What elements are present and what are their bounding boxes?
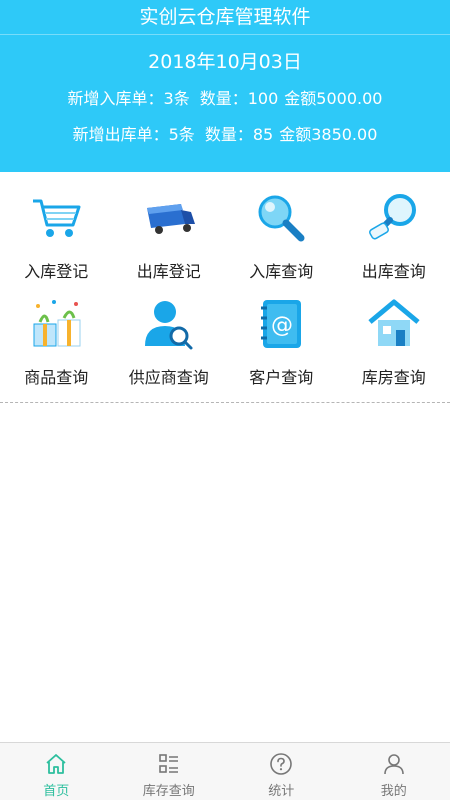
person-icon	[381, 751, 407, 777]
magnifier-icon	[253, 190, 309, 246]
cart-icon	[28, 190, 84, 246]
menu-customer-query[interactable]: @ 客户查询	[225, 296, 338, 402]
gift-icon	[28, 296, 84, 352]
menu-warehouse-query[interactable]: 库房查询	[338, 296, 450, 402]
tab-home[interactable]: 首页	[0, 743, 113, 800]
svg-text:@: @	[271, 313, 293, 338]
summary-date: 2018年10月03日	[148, 51, 302, 73]
outbound-count: 5条	[168, 125, 195, 144]
menu-product-query[interactable]: 商品查询	[0, 296, 113, 402]
inbound-amount: 5000.00	[316, 89, 383, 108]
tab-label: 统计	[268, 784, 295, 799]
house-icon	[366, 296, 422, 352]
home-icon	[43, 751, 69, 777]
bottom-tab-bar: 首页 库存查询 统计 我的	[0, 742, 450, 800]
tab-profile[interactable]: 我的	[338, 743, 450, 800]
question-icon	[268, 751, 294, 777]
address-book-icon: @	[253, 296, 309, 352]
title-divider	[0, 34, 450, 35]
tab-statistics[interactable]: 统计	[225, 743, 338, 800]
menu-inbound-query[interactable]: 入库查询	[225, 190, 338, 296]
menu-label: 商品查询	[24, 368, 89, 387]
menu-row-1: 入库登记 出库登记 入库查询 出库查询	[0, 190, 450, 296]
outbound-qty-label: 数量：	[204, 125, 253, 144]
outbound-label: 新增出库单：	[72, 125, 169, 144]
menu-inbound-register[interactable]: 入库登记	[0, 190, 113, 296]
inbound-qty: 100	[247, 89, 279, 108]
inbound-label: 新增入库单：	[67, 89, 164, 108]
inbound-amount-label: 金额	[284, 89, 317, 108]
outbound-summary: 新增出库单：5条 数量：85 金额3850.00	[0, 123, 450, 147]
menu-row-2: 商品查询 供应商查询 @ 客户查询 库房查询	[0, 296, 450, 402]
menu-label: 供应商查询	[128, 368, 209, 387]
inbound-summary: 新增入库单：3条 数量：100 金额5000.00	[0, 87, 450, 111]
menu-label: 出库登记	[136, 262, 201, 281]
app-title: 实创云仓库管理软件	[139, 6, 311, 28]
outbound-qty: 85	[252, 125, 274, 144]
tab-label: 首页	[43, 784, 70, 799]
menu-label: 客户查询	[249, 368, 314, 387]
menu-outbound-query[interactable]: 出库查询	[338, 190, 450, 296]
summary-header: 实创云仓库管理软件 2018年10月03日 新增入库单：3条 数量：100 金额50…	[0, 0, 450, 172]
outbound-amount-label: 金额	[279, 125, 312, 144]
list-icon	[156, 751, 182, 777]
truck-icon	[141, 190, 197, 246]
search-scroll-icon	[366, 190, 422, 246]
menu-grid: 入库登记 出库登记 入库查询 出库查询 商品查询 供应商查询 @ 客户查询 库房…	[0, 190, 450, 402]
grid-divider	[0, 402, 450, 403]
menu-label: 入库登记	[24, 262, 89, 281]
tab-label: 我的	[380, 784, 407, 799]
user-search-icon	[141, 296, 197, 352]
menu-label: 出库查询	[361, 262, 426, 281]
menu-label: 入库查询	[249, 262, 314, 281]
menu-supplier-query[interactable]: 供应商查询	[113, 296, 226, 402]
tab-label: 库存查询	[142, 784, 195, 799]
outbound-amount: 3850.00	[311, 125, 378, 144]
menu-outbound-register[interactable]: 出库登记	[113, 190, 226, 296]
inbound-count: 3条	[163, 89, 190, 108]
menu-label: 库房查询	[361, 368, 426, 387]
tab-inventory[interactable]: 库存查询	[113, 743, 226, 800]
inbound-qty-label: 数量：	[199, 89, 248, 108]
